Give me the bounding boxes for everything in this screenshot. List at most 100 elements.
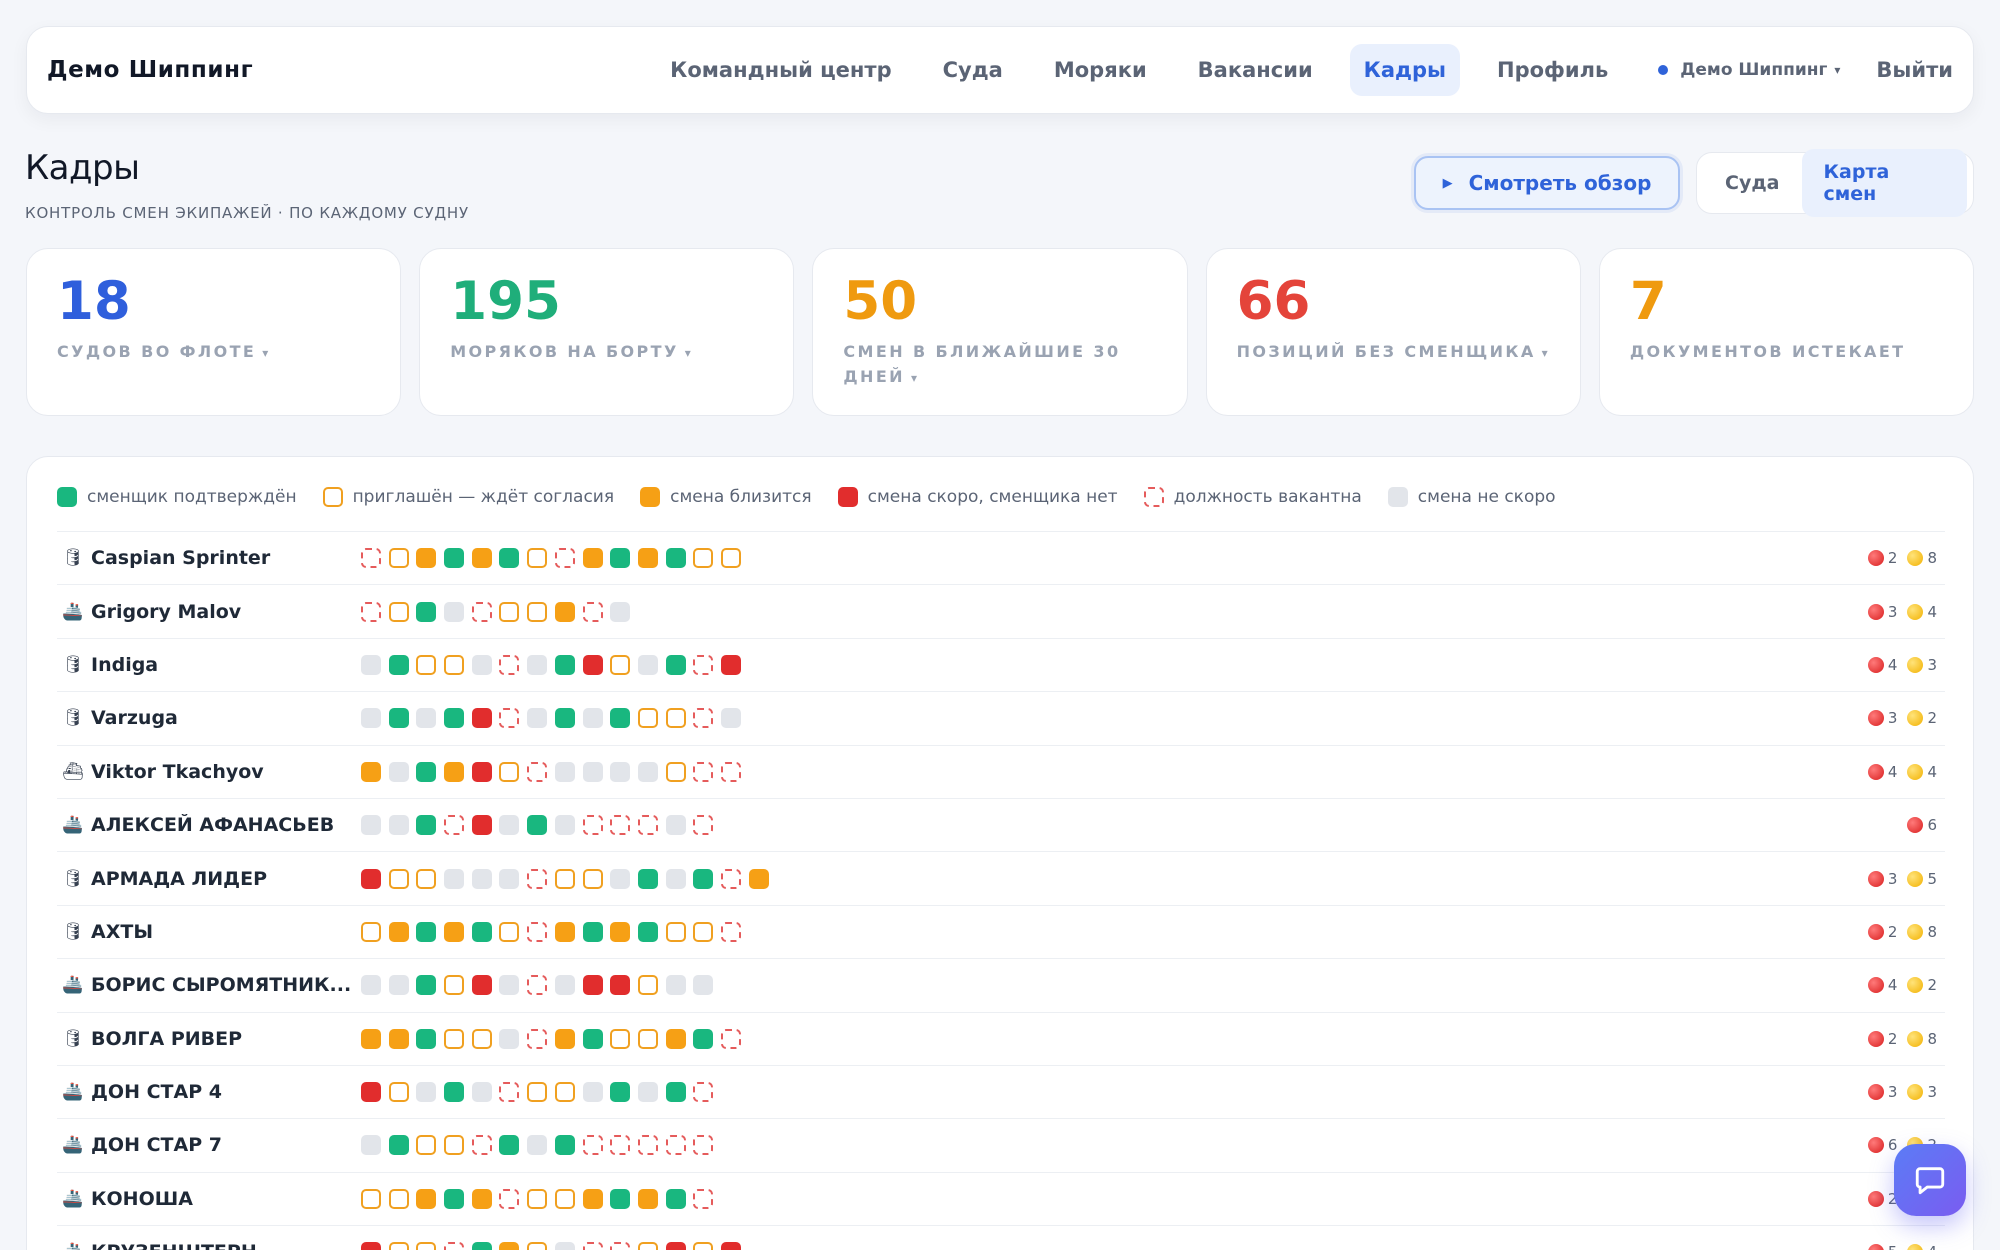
rotation-cell-soon[interactable] [582, 548, 603, 569]
ship-row[interactable]: 🛢 Caspian Sprinter 2 8 [57, 531, 1945, 584]
rotation-cell-later[interactable] [499, 975, 520, 996]
rotation-cell-invited[interactable] [416, 654, 437, 675]
ship-name[interactable]: Caspian Sprinter [91, 547, 361, 569]
rotation-cell-vacant[interactable] [582, 1242, 603, 1250]
stat-card[interactable]: 18 СУДОВ ВО ФЛОТЕ ▾ [26, 248, 402, 416]
rotation-cell-confirmed[interactable] [582, 921, 603, 942]
rotation-cell-later[interactable] [388, 975, 409, 996]
rotation-cell-vacant[interactable] [720, 868, 741, 889]
rotation-cell-vacant[interactable] [693, 1135, 714, 1156]
rotation-cell-invited[interactable] [361, 921, 381, 942]
rotation-cell-confirmed[interactable] [416, 761, 437, 782]
rotation-cell-vacant[interactable] [527, 761, 548, 782]
rotation-cell-soon[interactable] [748, 868, 769, 889]
rotation-cell-confirmed[interactable] [416, 921, 437, 942]
rotation-cell-soon[interactable] [416, 1188, 437, 1209]
rotation-cell-later[interactable] [637, 654, 658, 675]
rotation-cell-invited[interactable] [444, 1135, 465, 1156]
rotation-cell-confirmed[interactable] [665, 1188, 686, 1209]
rotation-cell-confirmed[interactable] [388, 1135, 409, 1156]
rotation-cell-urgent[interactable] [665, 1242, 686, 1250]
nav-item-5[interactable]: Профиль [1483, 44, 1622, 96]
rotation-cell-confirmed[interactable] [665, 548, 686, 569]
rotation-cell-vacant[interactable] [444, 1242, 465, 1250]
rotation-cell-invited[interactable] [388, 1082, 409, 1103]
ship-name[interactable]: КРУЗЕНШТЕРН [91, 1241, 361, 1250]
rotation-cell-urgent[interactable] [471, 975, 492, 996]
rotation-cell-later[interactable] [416, 708, 437, 729]
rotation-cell-confirmed[interactable] [527, 815, 548, 836]
rotation-cell-invited[interactable] [693, 921, 714, 942]
rotation-cell-confirmed[interactable] [499, 548, 520, 569]
rotation-cell-vacant[interactable] [499, 1082, 520, 1103]
rotation-cell-urgent[interactable] [471, 708, 492, 729]
rotation-cell-vacant[interactable] [527, 921, 548, 942]
rotation-cell-invited[interactable] [527, 1242, 548, 1250]
rotation-cell-vacant[interactable] [720, 921, 741, 942]
ship-name[interactable]: ВОЛГА РИВЕР [91, 1028, 361, 1050]
rotation-cell-vacant[interactable] [527, 975, 548, 996]
rotation-cell-invited[interactable] [665, 708, 686, 729]
rotation-cell-invited[interactable] [416, 1242, 437, 1250]
rotation-cell-soon[interactable] [416, 548, 437, 569]
rotation-cell-later[interactable] [471, 868, 492, 889]
rotation-cell-urgent[interactable] [361, 868, 381, 889]
view-toggle-rotation-map[interactable]: Карта смен [1801, 149, 1967, 217]
rotation-cell-confirmed[interactable] [610, 1082, 631, 1103]
ship-name[interactable]: Varzuga [91, 707, 361, 729]
rotation-cell-later[interactable] [665, 815, 686, 836]
rotation-cell-invited[interactable] [637, 1028, 658, 1049]
rotation-cell-invited[interactable] [471, 1028, 492, 1049]
rotation-cell-later[interactable] [361, 975, 381, 996]
rotation-cell-later[interactable] [637, 761, 658, 782]
rotation-cell-confirmed[interactable] [416, 815, 437, 836]
ship-name[interactable]: Grigory Malov [91, 601, 361, 623]
rotation-cell-soon[interactable] [637, 548, 658, 569]
rotation-cell-invited[interactable] [554, 1188, 575, 1209]
rotation-cell-soon[interactable] [361, 761, 381, 782]
company-switcher[interactable]: Демо Шиппинг ▾ [1658, 60, 1840, 80]
rotation-cell-soon[interactable] [554, 601, 575, 622]
rotation-cell-confirmed[interactable] [665, 654, 686, 675]
rotation-cell-confirmed[interactable] [554, 708, 575, 729]
ship-name[interactable]: ДОН СТАР 7 [91, 1134, 361, 1156]
rotation-cell-later[interactable] [610, 761, 631, 782]
rotation-cell-confirmed[interactable] [416, 975, 437, 996]
ship-row[interactable]: 🚢ДОН СТАР 762 [57, 1118, 1945, 1171]
rotation-cell-vacant[interactable] [610, 1135, 631, 1156]
rotation-cell-soon[interactable] [388, 1028, 409, 1049]
rotation-cell-invited[interactable] [361, 1188, 381, 1209]
rotation-cell-vacant[interactable] [693, 761, 714, 782]
nav-item-3[interactable]: Вакансии [1184, 44, 1327, 96]
rotation-cell-later[interactable] [361, 1135, 381, 1156]
ship-row[interactable]: 🚢 БОРИС СЫРОМЯТНИК... 4 2 [57, 958, 1945, 1011]
rotation-cell-urgent[interactable] [471, 815, 492, 836]
rotation-cell-later[interactable] [388, 761, 409, 782]
rotation-cell-soon[interactable] [610, 921, 631, 942]
rotation-cell-later[interactable] [720, 708, 741, 729]
nav-item-1[interactable]: Суда [929, 44, 1017, 96]
ship-row[interactable]: 🚢КОНОША28 [57, 1171, 1945, 1225]
rotation-cell-urgent[interactable] [610, 975, 631, 996]
rotation-cell-later[interactable] [444, 601, 465, 622]
rotation-cell-vacant[interactable] [693, 1082, 714, 1103]
rotation-cell-invited[interactable] [444, 654, 465, 675]
rotation-cell-urgent[interactable] [361, 1082, 381, 1103]
rotation-cell-invited[interactable] [527, 601, 548, 622]
rotation-cell-vacant[interactable] [361, 601, 381, 622]
rotation-cell-invited[interactable] [637, 708, 658, 729]
ship-name[interactable]: Indiga [91, 654, 361, 676]
rotation-cell-invited[interactable] [527, 1082, 548, 1103]
rotation-cell-invited[interactable] [637, 975, 658, 996]
rotation-cell-confirmed[interactable] [444, 1188, 465, 1209]
rotation-cell-vacant[interactable] [499, 654, 520, 675]
rotation-cell-confirmed[interactable] [610, 708, 631, 729]
rotation-cell-later[interactable] [582, 761, 603, 782]
rotation-cell-vacant[interactable] [637, 815, 658, 836]
rotation-cell-later[interactable] [582, 1082, 603, 1103]
rotation-cell-confirmed[interactable] [582, 1028, 603, 1049]
ship-name[interactable]: Viktor Tkachyov [91, 761, 361, 783]
rotation-cell-confirmed[interactable] [665, 1082, 686, 1103]
rotation-cell-later[interactable] [388, 815, 409, 836]
rotation-cell-later[interactable] [527, 708, 548, 729]
